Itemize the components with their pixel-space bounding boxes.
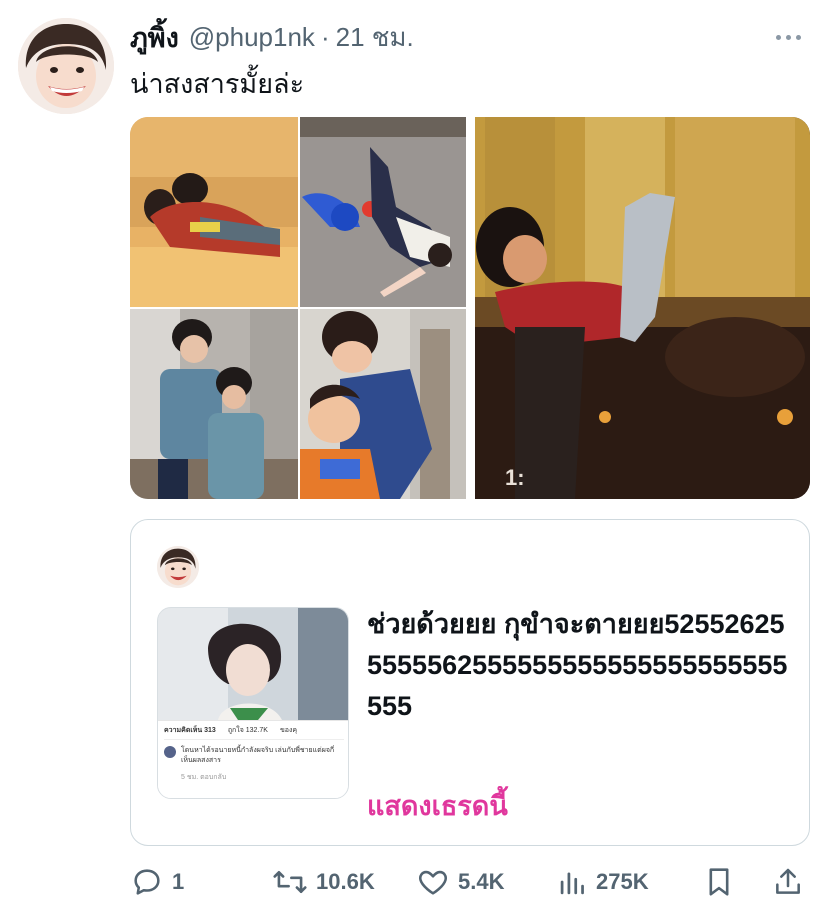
separator-dot: ·: [320, 21, 330, 52]
photo-5[interactable]: 1:: [475, 117, 810, 499]
views-count: 275K: [596, 869, 649, 894]
reply-icon: [130, 865, 164, 899]
heart-icon: [416, 865, 450, 899]
photo-4[interactable]: [300, 309, 466, 499]
thumb-tab-comments: ความคิดเห็น 313: [164, 727, 216, 734]
share-button[interactable]: [772, 862, 804, 902]
more-icon[interactable]: [768, 22, 808, 52]
tweet-text: น่าสงสารมั้ยล่ะ: [130, 69, 305, 99]
thumb-tab-other: ของคุ: [279, 727, 298, 734]
action-bar: 1 10.6K 5.4K 275K: [130, 862, 810, 902]
quote-card[interactable]: ความคิดเห็น 313 ถูกใจ 132.7K ของคุ โดนหา…: [130, 519, 810, 846]
reply-button[interactable]: 1: [130, 862, 184, 902]
photo-1[interactable]: [130, 117, 298, 307]
author-avatar[interactable]: [18, 18, 114, 114]
views-icon: [558, 865, 588, 899]
quote-text: ช่วยด้วยยย กุขำจะตายยย525526255555562555…: [367, 609, 788, 721]
retweet-icon: [272, 865, 308, 899]
thumb-comment-meta: 5 ชม. ตอบกลับ: [181, 774, 227, 781]
author-handle[interactable]: @phup1nk: [189, 22, 315, 53]
tweet-header: ภูพิ้ง @phup1nk · 21 ชม.: [130, 20, 808, 54]
retweet-count: 10.6K: [316, 869, 375, 894]
retweet-button[interactable]: 10.6K: [272, 862, 375, 902]
views-button[interactable]: 275K: [558, 862, 649, 902]
author-name[interactable]: ภูพิ้ง: [130, 16, 179, 59]
share-icon: [772, 865, 804, 899]
thumb-commenter-avatar: [164, 746, 176, 758]
thumb-tab-likes: ถูกใจ 132.7K: [227, 727, 268, 734]
show-thread-link[interactable]: แสดงเธรดนี้: [367, 784, 508, 827]
media-badge: 1:: [505, 465, 525, 490]
tweet-time[interactable]: 21 ชม.: [336, 17, 414, 58]
like-button[interactable]: 5.4K: [416, 862, 504, 902]
like-count: 5.4K: [458, 869, 505, 894]
reply-count: 1: [172, 869, 185, 894]
media-grid: 1:: [130, 117, 810, 499]
photo-2[interactable]: [300, 117, 466, 307]
quote-avatar[interactable]: [157, 546, 199, 588]
photo-3[interactable]: [130, 309, 298, 499]
quote-thumbnail[interactable]: ความคิดเห็น 313 ถูกใจ 132.7K ของคุ โดนหา…: [157, 607, 349, 799]
bookmark-button[interactable]: [704, 862, 734, 902]
thumb-comment: โดนหาได้รอนายหนี้กำลังผจริบ เล่นกับพี่ชา…: [181, 747, 335, 764]
bookmark-icon: [704, 865, 734, 899]
